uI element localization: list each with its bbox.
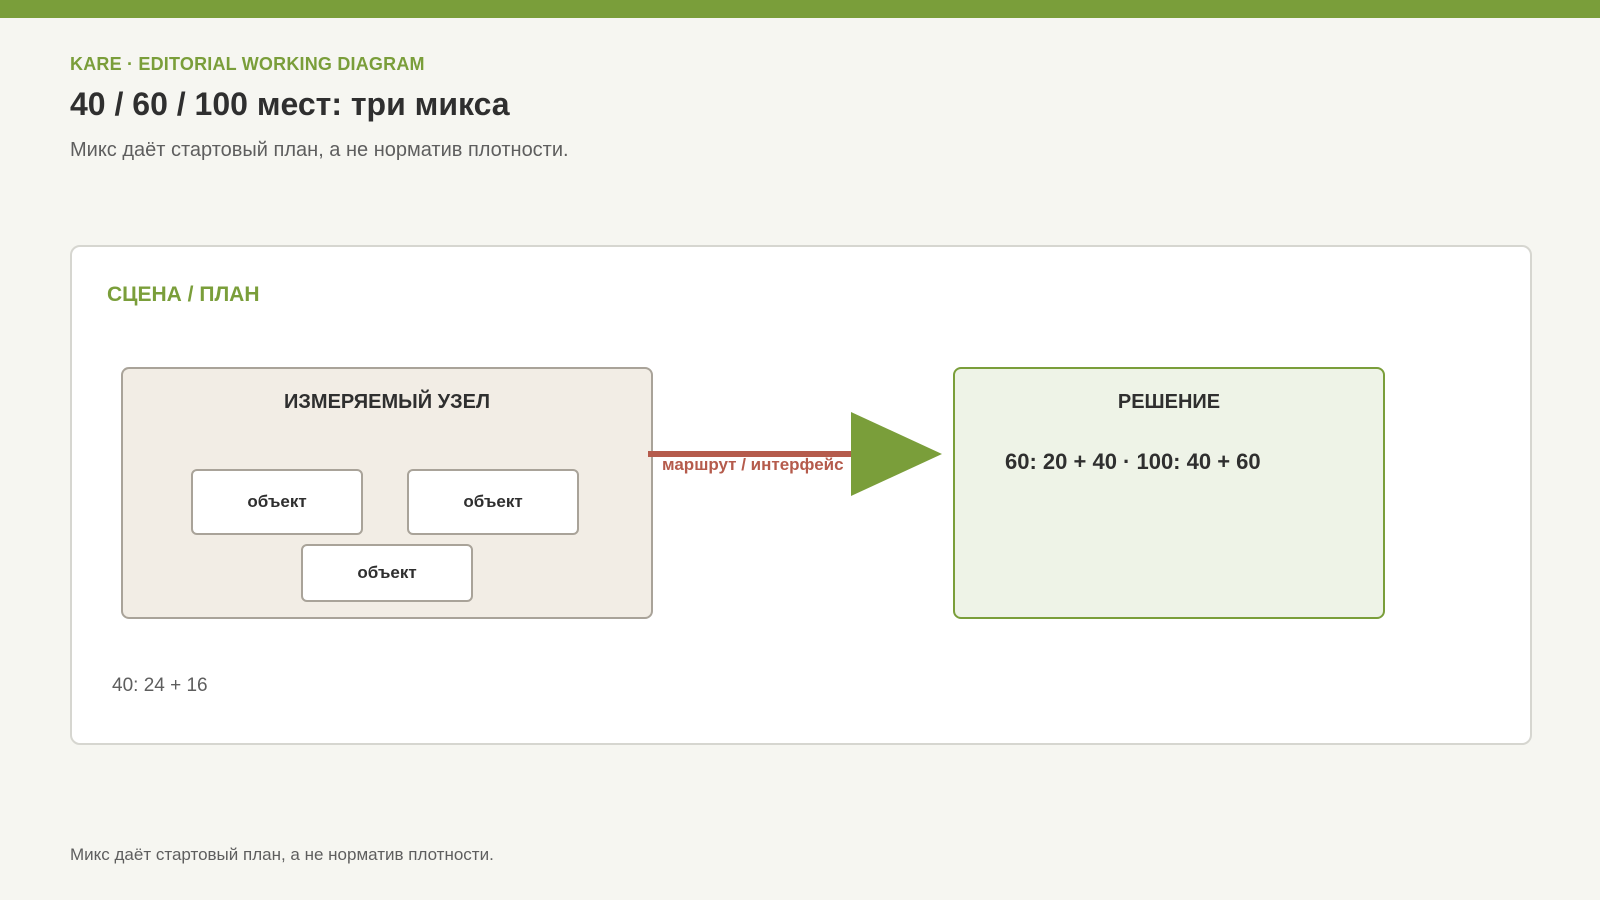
page-subtitle: Микс даёт стартовый план, а не норматив … bbox=[70, 139, 569, 161]
object-box: объект bbox=[301, 544, 473, 602]
object-box: объект bbox=[191, 469, 363, 535]
measured-node: ИЗМЕРЯЕМЫЙ УЗЕЛ объект объект объект bbox=[121, 367, 653, 619]
decision-box: РЕШЕНИЕ 60: 20 + 40 · 100: 40 + 60 bbox=[953, 367, 1385, 619]
route-connector-label: маршрут / интерфейс bbox=[662, 455, 844, 474]
page-title: 40 / 60 / 100 мест: три микса bbox=[70, 86, 510, 122]
footer-note: Микс даёт стартовый план, а не норматив … bbox=[70, 845, 494, 864]
top-accent-bar bbox=[0, 0, 1600, 18]
arrow-head-icon bbox=[851, 412, 942, 496]
panel-label: СЦЕНА / ПЛАН bbox=[107, 283, 260, 306]
object-box: объект bbox=[407, 469, 579, 535]
panel-note: 40: 24 + 16 bbox=[112, 675, 208, 696]
decision-title: РЕШЕНИЕ bbox=[1117, 391, 1221, 413]
kicker: KARE · EDITORIAL WORKING DIAGRAM bbox=[70, 54, 425, 74]
decision-value: 60: 20 + 40 · 100: 40 + 60 bbox=[1005, 449, 1261, 474]
diagram-panel: СЦЕНА / ПЛАН ИЗМЕРЯЕМЫЙ УЗЕЛ объект объе… bbox=[70, 245, 1532, 745]
measured-node-title: ИЗМЕРЯЕМЫЙ УЗЕЛ bbox=[284, 391, 490, 413]
